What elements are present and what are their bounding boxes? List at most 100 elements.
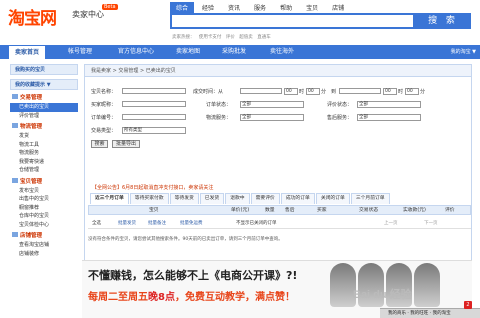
search-button[interactable]: 搜 索: [415, 13, 471, 29]
from-hour-select[interactable]: 00: [284, 88, 298, 95]
sidebar-item-publish[interactable]: 发布宝贝: [10, 187, 78, 196]
tab-older[interactable]: 三个月前订单: [350, 193, 390, 204]
order-status-select[interactable]: 全部: [240, 101, 304, 108]
group-icon: [12, 177, 18, 183]
sidebar-item-sold[interactable]: 已卖出的宝贝: [10, 103, 78, 112]
sidebar-item-showcase[interactable]: 橱窗推荐: [10, 204, 78, 213]
nav-official-info[interactable]: 官方信息中心: [118, 45, 154, 59]
deal-time-from[interactable]: [240, 88, 282, 94]
sidebar-item-tools[interactable]: 物流工具: [10, 141, 78, 150]
message-count-badge[interactable]: 2: [464, 301, 472, 309]
nav-account[interactable]: 帐号管理: [68, 45, 92, 59]
group-icon: [12, 94, 18, 99]
label-after-sale: 售后服务：: [327, 115, 353, 121]
nav-overseas[interactable]: 卖往海外: [270, 45, 294, 59]
sidebar-group-items[interactable]: 宝贝管理: [10, 177, 78, 187]
baidu-watermark: Bai du 经验: [353, 289, 412, 301]
from-minute-select[interactable]: 00: [306, 88, 320, 95]
hot-search-links[interactable]: 卖家热搜： 使用卡支付 评价 超值卖 直通车: [172, 34, 271, 40]
hide-closed-checkbox[interactable]: 不显示已关闭的订单: [236, 218, 277, 229]
sidebar-item-decorate[interactable]: 店铺装修: [10, 250, 78, 259]
group-icon: [12, 232, 18, 237]
sidebar-bought-items[interactable]: 我购买的宝贝: [10, 64, 78, 75]
col-status: 交易状态: [359, 208, 379, 213]
label-hour: 时: [299, 89, 305, 95]
tab-wait-ship[interactable]: 等待发货: [169, 193, 199, 204]
search-input[interactable]: [170, 13, 415, 29]
sidebar-item-services[interactable]: 物流服务: [10, 149, 78, 158]
sidebar-item-checkup[interactable]: 宝贝体检中心: [10, 221, 78, 230]
label-hour: 时: [398, 89, 404, 95]
notice-banner[interactable]: 【全网公告】6月8日起取消直冲支付接口，卖家请关注: [92, 184, 213, 191]
col-price: 单价(元): [231, 208, 250, 213]
search-tab[interactable]: 资讯: [222, 2, 246, 13]
label-logistics: 物流服务：: [206, 115, 232, 121]
logistics-select[interactable]: 全部: [240, 114, 304, 121]
after-sale-select[interactable]: 全部: [357, 114, 421, 121]
nav-seller-map[interactable]: 卖家地图: [176, 45, 200, 59]
tab-closed[interactable]: 关闭的订单: [315, 193, 350, 204]
my-taobao-link[interactable]: 我的淘宝 ▼: [451, 45, 476, 59]
prev-page-button[interactable]: 上一页: [384, 218, 398, 229]
search-tab[interactable]: 店铺: [326, 2, 350, 13]
breadcrumb: 我是卖家 > 交易管理 > 已卖出的宝贝: [85, 65, 471, 77]
search-tab[interactable]: 服务: [248, 2, 272, 13]
tab-shipped[interactable]: 已发货: [199, 193, 225, 204]
label-eval-status: 评价状态：: [327, 102, 353, 108]
sidebar-item-warehouse[interactable]: 仓储管理: [10, 166, 78, 175]
search-tab[interactable]: 宝贝: [300, 2, 324, 13]
order-no-input[interactable]: [122, 114, 186, 120]
search-tab[interactable]: 经验: [196, 2, 220, 13]
col-review: 评价: [445, 208, 455, 213]
tab-refund[interactable]: 退款中: [225, 193, 250, 204]
sidebar: 我购买的宝贝 我的收藏提示 ▼ 交易管理 已卖出的宝贝 评价管理 物流管理 发货…: [10, 64, 78, 258]
tab-success[interactable]: 成功的订单: [280, 193, 315, 204]
trade-type-select[interactable]: 所有类型: [122, 127, 186, 134]
export-button[interactable]: 批量导出: [112, 140, 140, 148]
label-order-no: 订单编号：: [91, 115, 117, 121]
batch-memo-link[interactable]: 批量备注: [148, 218, 166, 229]
tab-recent[interactable]: 近三个月订单: [90, 193, 129, 204]
wangwang-tray[interactable]: 我的商乐 · 我的旺旺 · 我的淘宝 2: [380, 301, 480, 318]
batch-ship-link[interactable]: 批量发货: [118, 218, 136, 229]
sidebar-item-express[interactable]: 我要寄快递: [10, 158, 78, 167]
sidebar-group-logistics[interactable]: 物流管理: [10, 123, 78, 132]
search-tabs: 综合 经验 资讯 服务 帮助 宝贝 店铺: [170, 2, 350, 13]
ad-subline: 每周二至周五晚8点，免费互动教学，满点赞！: [88, 292, 295, 303]
label-trade-type: 交易类型：: [91, 128, 117, 134]
buyer-nick-input[interactable]: [122, 101, 186, 107]
table-actions-row: 全选 批量发货 批量备注 批量免运费 不显示已关闭的订单 上一页 下一页: [88, 218, 471, 229]
sidebar-favorites[interactable]: 我的收藏提示 ▼: [10, 79, 78, 90]
sidebar-group-trade[interactable]: 交易管理: [10, 94, 78, 103]
search-submit-button[interactable]: 搜索: [91, 140, 108, 148]
to-hour-select[interactable]: 00: [383, 88, 397, 95]
tab-need-review[interactable]: 需要评价: [250, 193, 280, 204]
next-page-button[interactable]: 下一页: [424, 218, 438, 229]
select-all-checkbox[interactable]: 全选: [92, 218, 101, 229]
presenter-photo: [414, 263, 440, 307]
nav-seller-home[interactable]: 卖家首页: [8, 45, 47, 59]
search-tab[interactable]: 帮助: [274, 2, 298, 13]
to-minute-select[interactable]: 00: [405, 88, 419, 95]
sidebar-item-reviews[interactable]: 评价管理: [10, 112, 78, 121]
product-name-input[interactable]: [122, 88, 186, 94]
taobao-logo[interactable]: 淘宝网: [8, 4, 57, 29]
sidebar-group-shop[interactable]: 店铺管理: [10, 232, 78, 241]
tab-wait-pay[interactable]: 等待买家付款: [129, 193, 169, 204]
label-buyer-nick: 买家昵称：: [91, 102, 117, 108]
group-icon: [12, 123, 18, 128]
sidebar-item-in-stock[interactable]: 仓库中的宝贝: [10, 212, 78, 221]
eval-status-select[interactable]: 全部: [357, 101, 421, 108]
deal-time-to[interactable]: [339, 88, 381, 94]
free-ship-link[interactable]: 批量免运费: [180, 218, 203, 229]
sidebar-item-on-sale[interactable]: 出售中的宝贝: [10, 195, 78, 204]
tray-links[interactable]: 我的商乐 · 我的旺旺 · 我的淘宝: [388, 311, 451, 316]
sidebar-item-ship[interactable]: 发货: [10, 132, 78, 141]
search-tab[interactable]: 综合: [170, 2, 195, 13]
label-order-status: 订单状态：: [206, 102, 232, 108]
sidebar-item-view-shop[interactable]: 查看淘宝店铺: [10, 241, 78, 250]
nav-wholesale[interactable]: 采购批发: [222, 45, 246, 59]
col-qty: 数量: [265, 208, 275, 213]
label-deal-time: 成交时间：从: [193, 89, 224, 95]
seller-center-label: 卖家中心: [72, 10, 104, 19]
